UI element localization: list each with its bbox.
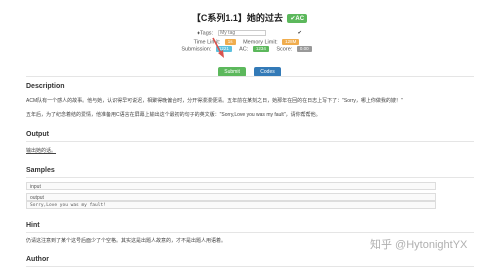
divider-top xyxy=(26,76,474,77)
ac-status-badge: ✔AC xyxy=(287,14,308,23)
my-tag-placeholder: My tag xyxy=(220,30,236,37)
divider-author xyxy=(26,266,474,267)
time-limit-value: 1s xyxy=(224,39,236,45)
sample-output-value: Sorry,Love you was my fault! xyxy=(26,201,436,209)
memory-limit-value: 128M xyxy=(282,39,300,45)
divider-hint xyxy=(26,232,474,233)
hint-heading: Hint xyxy=(26,222,40,229)
submission-label: Submission: xyxy=(181,46,212,53)
sample-input-label: input xyxy=(26,182,436,190)
sample-output-label: output xyxy=(26,193,436,201)
divider-samples xyxy=(26,177,474,178)
tags-row: ♦Tags: My tag ✔ xyxy=(0,30,499,36)
description-line-2: 五年后，为了纪念着结的爱情，他准备用C语言在屏幕上输出这个最初的句子的英文版："… xyxy=(26,112,321,118)
stats-row: Submission: 1221 AC: 1234 Score: 0.00 xyxy=(0,46,499,52)
tags-label: ♦Tags: xyxy=(197,30,214,37)
limits-row: Time Limit: 1s Memory Limit: 128M xyxy=(0,39,499,45)
zhihu-watermark: 知乎 @HytonightYX xyxy=(370,239,468,251)
problem-title: 【C系列1.1】她的过去 xyxy=(191,13,283,23)
output-heading: Output xyxy=(26,131,49,138)
ac-label: AC: xyxy=(239,46,249,53)
description-line-1: ACM队有一个感人的故事。他与她，认识得早可说迟，相聚得晚偏合时，分开得漫漫便清… xyxy=(26,98,403,104)
description-heading: Description xyxy=(26,83,65,90)
output-text: 输出她的话。 xyxy=(26,148,57,154)
check-icon[interactable]: ✔ xyxy=(298,30,302,36)
problem-title-row: 【C系列1.1】她的过去 ✔AC xyxy=(0,11,499,24)
author-heading: Author xyxy=(26,256,49,263)
score-label: Score: xyxy=(276,46,293,53)
samples-heading: Samples xyxy=(26,167,55,174)
score-value: 0.00 xyxy=(296,46,312,52)
ac-value: 1234 xyxy=(252,46,269,52)
hint-text: 仍请这注意到了某个这号后面少了个空格。其实这是出题人故意的，才不是出题人用语着。 xyxy=(26,238,227,244)
red-arrow-annotation xyxy=(212,37,224,58)
memory-limit-label: Memory Limit: xyxy=(243,39,278,46)
divider-output xyxy=(26,141,474,142)
